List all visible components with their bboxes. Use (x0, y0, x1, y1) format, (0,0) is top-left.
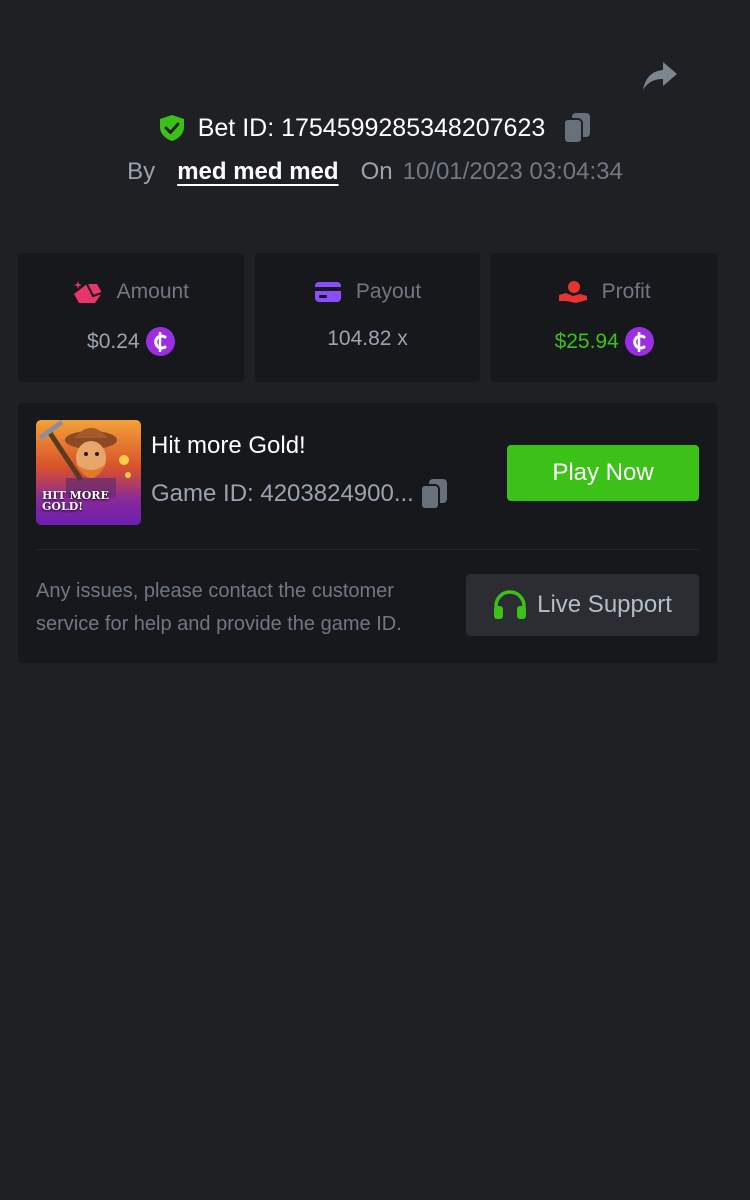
game-card: HIT MORE GOLD! Play Now Any issues, plea… (18, 403, 717, 663)
divider (36, 549, 699, 550)
bet-meta-row: By med med med On 10/01/2023 03:04:34 (0, 154, 750, 190)
payout-card: Payout 104.82 x (254, 253, 481, 382)
amount-card: Amount $0.24 (18, 253, 244, 382)
by-label: By (127, 158, 156, 185)
live-support-button[interactable]: Live Support (466, 574, 699, 636)
on-label: On (360, 158, 393, 185)
share-arrow-icon (643, 62, 677, 90)
live-support-label: Live Support (537, 591, 672, 618)
support-message: Any issues, please contact the customer … (36, 580, 402, 635)
game-id-row: Game ID: 4203824900... (151, 478, 448, 510)
game-id: Game ID: 4203824900... (151, 480, 414, 507)
profit-card: Profit $25.94 (491, 253, 718, 382)
game-thumbnail[interactable]: HIT MORE GOLD! (36, 420, 141, 525)
play-now-button[interactable]: Play Now (507, 445, 699, 501)
game-thumbnail-text: HIT MORE GOLD! (42, 489, 109, 513)
profit-value: $25.94 (554, 329, 619, 353)
payout-label: Payout (355, 280, 422, 303)
amount-label: Amount (116, 280, 190, 303)
profit-icon (558, 281, 587, 303)
amount-value: $0.24 (87, 329, 140, 353)
coin-icon (145, 327, 175, 356)
share-button[interactable] (640, 56, 680, 96)
headphones-icon (494, 590, 527, 619)
bet-id: Bet ID: 1754599285348207623 (197, 113, 546, 142)
shield-check-icon (159, 115, 184, 141)
bet-stats: Amount $0.24 Payout 104.82 x Profit $25.… (18, 253, 718, 382)
profit-label: Profit (601, 280, 651, 303)
bet-id-row: Bet ID: 1754599285348207623 (0, 108, 750, 148)
copy-icon[interactable] (563, 112, 591, 144)
payout-value: 104.82 x (327, 327, 408, 350)
copy-icon[interactable] (419, 478, 448, 510)
username-link[interactable]: med med med (177, 158, 338, 186)
amount-icon (73, 281, 102, 303)
payout-icon (314, 282, 341, 302)
bet-datetime: 10/01/2023 03:04:34 (402, 158, 623, 185)
game-title: Hit more Gold! (151, 432, 306, 459)
coin-icon (624, 327, 654, 356)
